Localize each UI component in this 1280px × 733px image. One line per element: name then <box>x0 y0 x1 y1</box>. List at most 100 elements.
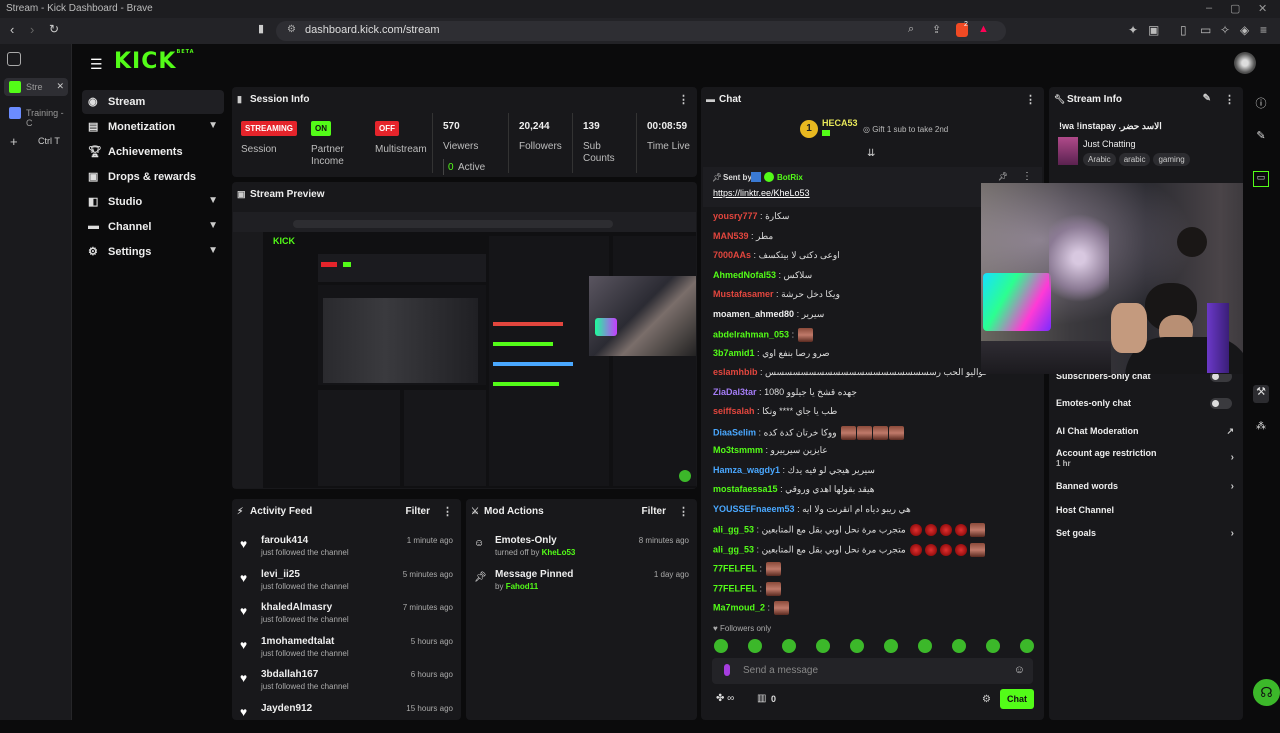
wrench-icon[interactable]: ⚒︎ <box>1253 385 1269 403</box>
kick-points-icon[interactable]: ✤ ∞ <box>716 693 734 704</box>
chat-username[interactable]: AhmedNofal53 <box>713 270 776 280</box>
pinned-user[interactable]: BotRix <box>777 173 803 182</box>
back-icon[interactable]: ‹ <box>10 22 14 37</box>
unpin-icon[interactable]: 📌︎ <box>998 172 1008 181</box>
quick-emote-icon[interactable] <box>748 639 762 653</box>
extensions-icon[interactable]: ✦ <box>1128 23 1138 37</box>
forward-icon[interactable]: › <box>30 22 34 37</box>
chat-username[interactable]: abdelrahman_053 <box>713 329 789 339</box>
mod-user[interactable]: KheLo53 <box>542 548 576 557</box>
pinned-options-icon[interactable]: ⋮ <box>1022 171 1032 182</box>
site-info-icon[interactable]: ⚙ <box>287 24 296 35</box>
close-window-icon[interactable]: ✕ <box>1258 2 1267 15</box>
quick-emote-icon[interactable] <box>918 639 932 653</box>
sidebar-panel-icon[interactable] <box>7 52 21 66</box>
chat-username[interactable]: Mo3tsmmm <box>713 445 763 455</box>
follower-name[interactable]: farouk414 <box>261 535 308 546</box>
quick-emote-icon[interactable] <box>1020 639 1034 653</box>
tab-stream[interactable]: Stre ✕ <box>4 78 68 96</box>
category-thumbnail[interactable] <box>1058 137 1078 165</box>
quick-emote-icon[interactable] <box>782 639 796 653</box>
collapse-icon[interactable]: ⇊ <box>867 148 875 159</box>
multistream-badge[interactable]: OFF <box>375 121 399 136</box>
kick-logo[interactable]: KICKBETA <box>114 49 195 74</box>
ai-moderation-setting[interactable]: AI Chat Moderation ↗ <box>1056 426 1234 444</box>
chat-username[interactable]: mostafaessa15 <box>713 484 778 494</box>
edit-icon[interactable]: ✎ <box>1253 129 1269 142</box>
follower-name[interactable]: levi_ii25 <box>261 569 300 580</box>
chat-username[interactable]: ZiaDal3tar <box>713 387 757 397</box>
chat-settings-icon[interactable]: ⚙ <box>982 694 991 705</box>
close-tab-icon[interactable]: ✕ <box>56 81 64 92</box>
reload-icon[interactable]: ↻ <box>49 22 59 36</box>
top-gifter-name[interactable]: HECA53 <box>822 118 858 128</box>
menu-icon[interactable]: ≡ <box>1260 23 1267 37</box>
hamburger-menu-icon[interactable]: ☰ <box>90 56 103 73</box>
user-avatar[interactable] <box>1234 52 1256 74</box>
send-chat-button[interactable]: Chat <box>1000 689 1034 709</box>
follower-name[interactable]: 1mohamedtalat <box>261 636 334 647</box>
quick-emote-icon[interactable] <box>952 639 966 653</box>
quick-emote-icon[interactable] <box>850 639 864 653</box>
maximize-icon[interactable]: ▢ <box>1230 2 1240 15</box>
chat-username[interactable]: Hamza_wagdy1 <box>713 465 780 475</box>
nav-item-monetization[interactable]: ▤ Monetization ▼ <box>82 115 224 139</box>
more-options-icon[interactable]: ⋮ <box>678 505 689 518</box>
brave-rewards-icon[interactable]: ▲ <box>978 23 989 35</box>
stream-preview-video[interactable]: KICK <box>233 212 696 488</box>
filter-button[interactable]: Filter <box>642 506 666 517</box>
chat-input[interactable]: Send a message ☺ <box>712 658 1033 684</box>
quick-emote-icon[interactable] <box>816 639 830 653</box>
follower-name[interactable]: khaledAlmasry <box>261 602 332 613</box>
tag-chip[interactable]: gaming <box>1153 153 1190 166</box>
quick-emote-icon[interactable] <box>714 639 728 653</box>
nav-item-stream[interactable]: ◉ Stream <box>82 90 224 114</box>
chat-username[interactable]: YOUSSEFnaeem53 <box>713 504 795 514</box>
nav-item-channel[interactable]: ▬ Channel ▼ <box>82 215 224 239</box>
chat-username[interactable]: eslamhbib <box>713 367 758 377</box>
tab-training[interactable]: Training - C <box>4 104 68 128</box>
chat-username[interactable]: ali_gg_53 <box>713 544 754 554</box>
share-icon[interactable]: ⇪ <box>932 23 941 36</box>
account-age-setting[interactable]: Account age restriction 1 hr › <box>1056 448 1234 472</box>
nav-item-settings[interactable]: ⚙ Settings ▼ <box>82 240 224 264</box>
tag-chip[interactable]: Arabic <box>1083 153 1116 166</box>
mod-user[interactable]: Fahod11 <box>506 582 538 591</box>
chat-username[interactable]: 3b7amid1 <box>713 348 755 358</box>
chat-username[interactable]: moamen_ahmed80 <box>713 309 794 319</box>
help-support-icon[interactable]: ☊ <box>1253 679 1280 706</box>
slideshow-icon[interactable]: ▭ <box>1253 171 1269 187</box>
filter-button[interactable]: Filter <box>406 506 430 517</box>
tag-chip[interactable]: arabic <box>1118 153 1151 166</box>
nav-item-studio[interactable]: ◧ Studio ▼ <box>82 190 224 214</box>
cluster-icon[interactable]: ⁂ <box>1253 421 1269 432</box>
url-bar[interactable]: ⚙ dashboard.kick.com/stream ⌕ ⇪ 2 ▲ <box>276 21 1006 41</box>
chat-username[interactable]: MAN539 <box>713 231 749 241</box>
more-options-icon[interactable]: ⋮ <box>1224 93 1235 106</box>
partner-income-badge[interactable]: ON <box>311 121 331 136</box>
nav-item-drops[interactable]: ▣ Drops & rewards <box>82 165 224 189</box>
sidebar-toggle-icon[interactable]: ▯ <box>1180 23 1187 37</box>
new-tab-icon[interactable]: + <box>10 134 18 149</box>
wallet-icon[interactable]: ▭ <box>1200 23 1211 37</box>
info-icon[interactable]: ⓘ <box>1253 95 1269 111</box>
vpn-icon[interactable]: ◈ <box>1240 23 1249 37</box>
host-channel-setting[interactable]: Host Channel <box>1056 505 1234 523</box>
pinned-link[interactable]: https://linktr.ee/KheLo53 <box>713 188 810 198</box>
more-options-icon[interactable]: ⋮ <box>442 505 453 518</box>
chat-username[interactable]: Mustafasamer <box>713 289 774 299</box>
leo-icon[interactable]: ✧ <box>1220 23 1230 37</box>
banned-words-setting[interactable]: Banned words › <box>1056 481 1234 499</box>
chat-username[interactable]: ali_gg_53 <box>713 524 754 534</box>
edit-icon[interactable]: ✎ <box>1203 93 1211 104</box>
bookmark-icon[interactable]: ▮ <box>258 22 264 35</box>
follower-name[interactable]: 3bdallah167 <box>261 669 318 680</box>
chat-username[interactable]: 7000AAs <box>713 250 751 260</box>
chat-username[interactable]: yousry777 <box>713 211 758 221</box>
more-options-icon[interactable]: ⋮ <box>678 93 689 106</box>
follower-name[interactable]: Jayden912 <box>261 703 312 714</box>
more-options-icon[interactable]: ⋮ <box>1025 93 1036 106</box>
quick-emote-icon[interactable] <box>884 639 898 653</box>
set-goals-setting[interactable]: Set goals › <box>1056 528 1234 546</box>
category-name[interactable]: Just Chatting <box>1083 139 1136 149</box>
